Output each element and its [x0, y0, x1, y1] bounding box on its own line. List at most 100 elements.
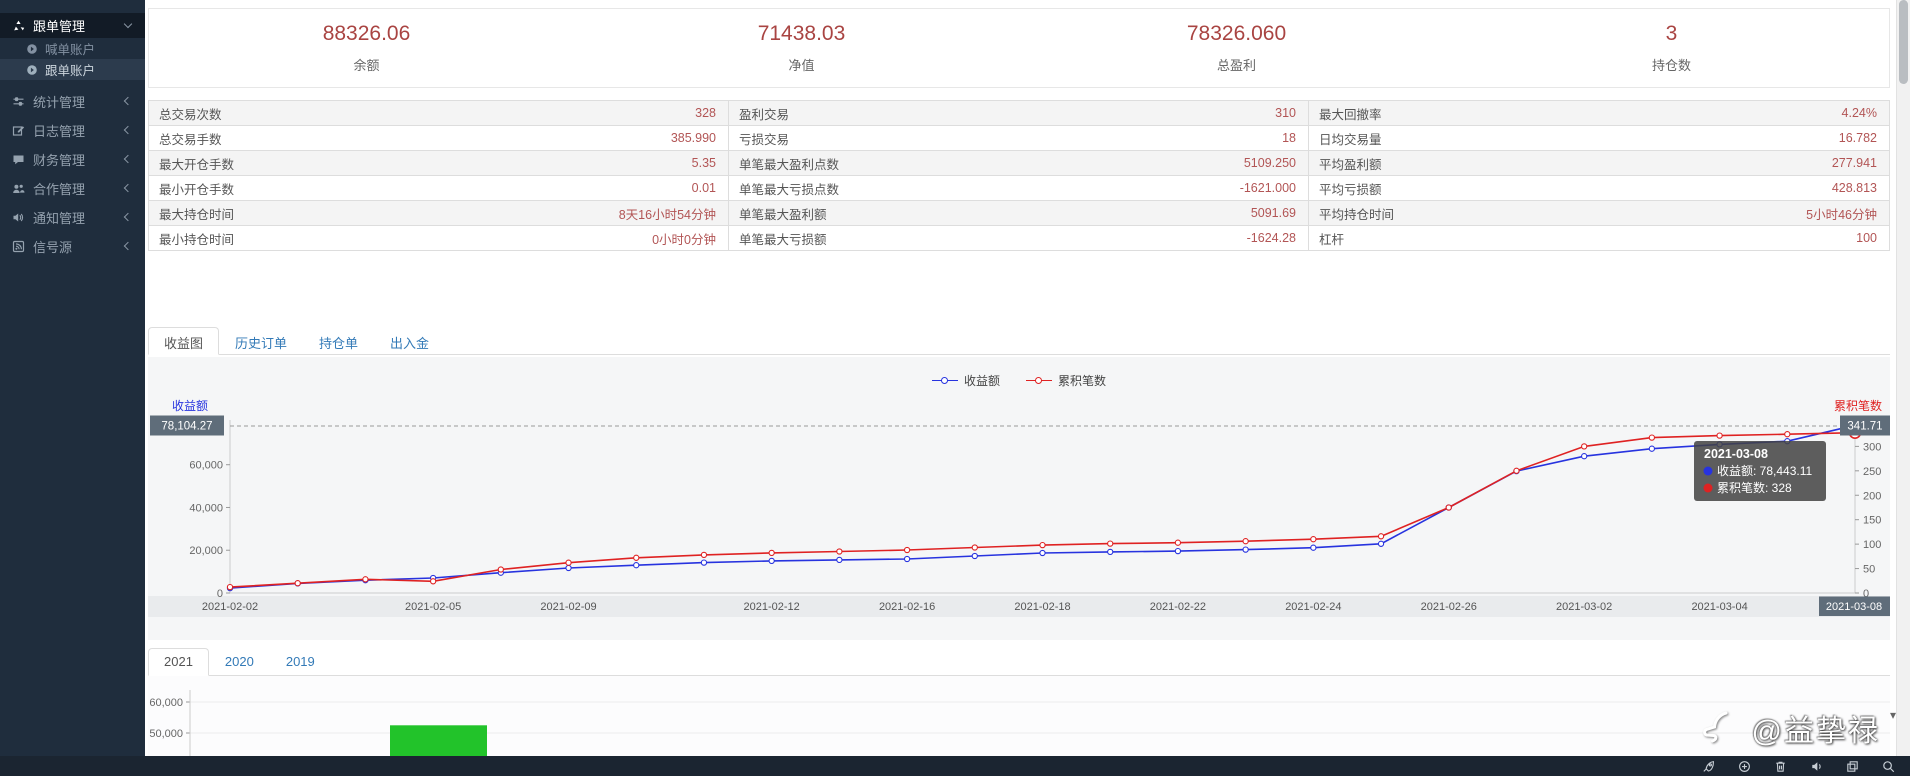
- data-point[interactable]: [1581, 453, 1588, 460]
- metric-label: 单笔最大亏损点数: [739, 182, 840, 197]
- metric-value: 0.01: [691, 181, 716, 195]
- data-point[interactable]: [768, 549, 775, 557]
- legend-item-profit[interactable]: 收益额: [931, 372, 1000, 389]
- data-point[interactable]: [1581, 443, 1588, 450]
- metric-value: 4.24%: [1841, 106, 1877, 120]
- data-point[interactable]: [362, 576, 369, 583]
- sidebar-item-finance[interactable]: 财务管理: [0, 145, 145, 174]
- tab-year-2021[interactable]: 2021: [148, 648, 209, 676]
- sidebar-item-follow-management[interactable]: 跟单管理: [0, 13, 145, 38]
- data-point[interactable]: [565, 559, 572, 566]
- profit-line-chart[interactable]: 收益额 累积笔数020,00040,00060,00005010015020025…: [148, 396, 1890, 626]
- series-line-0[interactable]: [229, 424, 1856, 589]
- data-point[interactable]: [1716, 432, 1723, 439]
- volume-icon[interactable]: [1809, 759, 1824, 774]
- data-point[interactable]: [1513, 467, 1520, 474]
- data-point[interactable]: [1242, 546, 1249, 553]
- data-point[interactable]: [1377, 533, 1385, 540]
- data-point[interactable]: [565, 564, 572, 572]
- tab-year-2019[interactable]: 2019: [270, 648, 331, 676]
- sidebar-item-signal-source[interactable]: 信号源: [0, 232, 145, 261]
- data-point[interactable]: [226, 583, 234, 591]
- data-point[interactable]: [1174, 547, 1182, 555]
- series-line-1[interactable]: [229, 431, 1856, 588]
- sidebar-item-signal-account[interactable]: 喊单账户: [0, 38, 145, 59]
- data-point[interactable]: [294, 580, 301, 587]
- tab-open-orders[interactable]: 持仓单: [303, 327, 374, 355]
- year-tabs: 2021 2020 2019: [148, 648, 1890, 676]
- tab-deposits-withdrawals[interactable]: 出入金: [374, 327, 445, 355]
- search-icon[interactable]: [1881, 759, 1896, 774]
- data-point[interactable]: [1174, 539, 1182, 546]
- data-point[interactable]: [836, 556, 843, 564]
- data-point[interactable]: [971, 552, 978, 560]
- tab-year-2020[interactable]: 2020: [209, 648, 270, 676]
- data-point[interactable]: [1784, 431, 1791, 438]
- scrollbar-thumb[interactable]: [1899, 0, 1908, 84]
- sidebar-item-label: 喊单账户: [45, 43, 96, 57]
- metric-label: 平均盈利额: [1319, 157, 1382, 172]
- right-tick-label: 300: [1863, 441, 1881, 453]
- right-tick-label: 50: [1863, 564, 1875, 576]
- data-point[interactable]: [971, 544, 978, 551]
- data-point[interactable]: [633, 562, 640, 569]
- y-tick-label: 50,000: [149, 728, 183, 740]
- sidebar-item-statistics[interactable]: 统计管理: [0, 87, 145, 116]
- data-point[interactable]: [1039, 549, 1046, 557]
- rocket-icon[interactable]: [1701, 759, 1716, 774]
- x-tick-label: 2021-02-12: [744, 601, 800, 613]
- data-point[interactable]: [700, 559, 708, 566]
- data-point[interactable]: [1039, 541, 1046, 549]
- compass-plus-icon[interactable]: [1737, 759, 1752, 774]
- metric-value: 5小时46分钟: [1806, 207, 1877, 222]
- data-point[interactable]: [497, 566, 504, 573]
- data-point[interactable]: [633, 554, 640, 561]
- sidebar-item-label: 日志管理: [33, 124, 86, 139]
- metric-value: 100: [1856, 231, 1877, 245]
- chevron-left-icon: [123, 183, 133, 193]
- left-tick-label: 60,000: [189, 460, 223, 472]
- sidebar-item-follow-account[interactable]: 跟单账户: [0, 59, 145, 80]
- windows-icon[interactable]: [1845, 759, 1860, 774]
- bar[interactable]: [390, 725, 487, 756]
- metric-label: 总交易次数: [159, 107, 222, 122]
- sidebar-item-cooperation[interactable]: 合作管理: [0, 174, 145, 203]
- trash-icon[interactable]: [1773, 759, 1788, 774]
- data-point[interactable]: [1310, 536, 1317, 543]
- yearly-bar-chart[interactable]: 60,000 50,000: [148, 676, 1890, 756]
- data-point[interactable]: [1445, 504, 1452, 511]
- right-tick-label: 250: [1863, 466, 1881, 478]
- metric-label: 最大回撤率: [1319, 107, 1382, 122]
- data-point[interactable]: [836, 548, 843, 555]
- sidebar-item-notifications[interactable]: 通知管理: [0, 203, 145, 232]
- data-point[interactable]: [903, 555, 911, 563]
- data-point[interactable]: [1377, 540, 1385, 547]
- y-tick-label: 60,000: [149, 697, 183, 709]
- data-point[interactable]: [429, 578, 437, 585]
- data-point[interactable]: [1648, 434, 1656, 441]
- right-axis-title: 累积笔数: [1834, 398, 1882, 413]
- app-window: 跟单管理 喊单账户 跟单账户 统计管理 日志管理 财务管理 合作管理 通知管理 …: [0, 0, 1910, 756]
- sidebar-item-logs[interactable]: 日志管理: [0, 116, 145, 145]
- tab-profit-chart[interactable]: 收益图: [148, 327, 220, 355]
- data-point[interactable]: [768, 557, 775, 565]
- right-tick-label: 200: [1863, 490, 1881, 502]
- legend-item-count[interactable]: 累积笔数: [1026, 372, 1106, 389]
- stat-label: 净值: [788, 58, 815, 73]
- data-point[interactable]: [700, 551, 708, 559]
- data-point[interactable]: [1310, 544, 1317, 551]
- data-point[interactable]: [903, 546, 911, 554]
- tab-history-orders[interactable]: 历史订单: [219, 327, 303, 355]
- chevron-left-icon: [123, 125, 133, 135]
- metric-value: 5091.69: [1250, 206, 1296, 220]
- data-point[interactable]: [1107, 540, 1114, 547]
- metric-label: 单笔最大盈利额: [739, 207, 827, 222]
- vertical-scrollbar[interactable]: [1896, 0, 1910, 756]
- chart-legend: 收益额 累积笔数: [148, 357, 1890, 396]
- data-point[interactable]: [1107, 548, 1114, 556]
- metric-value: -1621.000: [1239, 181, 1296, 195]
- metric-value: 328: [695, 106, 716, 120]
- chevron-left-icon: [123, 241, 133, 251]
- data-point[interactable]: [1242, 538, 1249, 545]
- data-point[interactable]: [1648, 445, 1656, 452]
